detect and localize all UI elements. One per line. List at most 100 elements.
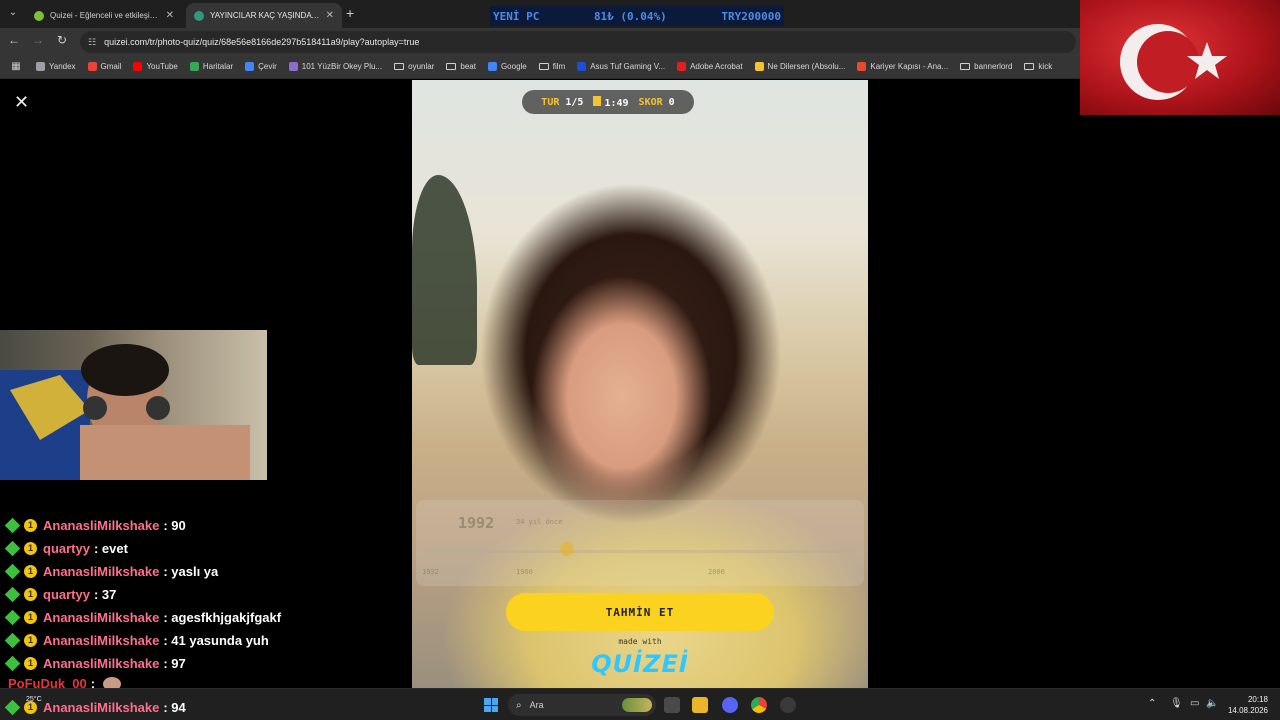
bookmark-item[interactable]: Gmail (87, 62, 122, 71)
bookmark-favicon-icon (87, 62, 97, 71)
steam-icon[interactable] (780, 697, 796, 713)
close-quiz-icon[interactable]: ✕ (14, 92, 29, 113)
year-slider-handle[interactable] (560, 542, 574, 556)
bookmark-item[interactable]: Çevir (245, 62, 277, 71)
year-slider-panel[interactable]: 1992 34 yıl önce 1932 1960 2000 (416, 500, 864, 586)
bookmark-item[interactable]: Haritalar (189, 62, 233, 71)
taskbar-search[interactable]: ⌕ Ara (508, 694, 656, 716)
new-tab-button[interactable]: + (346, 5, 354, 21)
mod-badge-icon (4, 655, 21, 672)
bookmark-item[interactable]: Asus Tuf Gaming V... (577, 62, 665, 71)
folder-icon (446, 63, 457, 70)
bookmark-label: Yandex (49, 62, 76, 71)
bookmark-label: 101 YüzBir Okey Plu... (301, 62, 383, 71)
network-icon[interactable]: ▭ (1190, 698, 1199, 709)
back-arrow-icon[interactable]: ← (6, 33, 22, 47)
slider-tick: 1932 (422, 568, 439, 576)
bookmark-label: Kariyer Kapısı - Ana... (870, 62, 949, 71)
bookmark-item[interactable]: Google (487, 62, 527, 71)
screen: ⌄ Quizei - Eğlenceli ve etkileşimli ✕ YA… (0, 0, 1280, 720)
chat-text: : 37 (93, 587, 117, 602)
quiz-photo-panel: TUR 1/5 1:49 SKOR 0 1992 34 yıl önce 193… (412, 80, 868, 688)
chat-username: AnanasliMilkshake (43, 518, 160, 533)
browser-toolbar: ← → ↻ ☷ quizei.com/tr/photo-quiz/quiz/68… (0, 28, 1080, 55)
made-with-label: made with (618, 637, 662, 646)
bookmark-item[interactable]: YouTube (133, 62, 178, 71)
subscriber-badge-icon: 1 (24, 542, 37, 555)
volume-icon[interactable]: 🔈 (1206, 698, 1218, 709)
crescent-star-icon (1120, 24, 1227, 100)
tab-quiz-play[interactable]: YAYINCILAR KAÇ YAŞINDA ? - Q ✕ (186, 3, 342, 28)
chat-username: AnanasliMilkshake (43, 656, 160, 671)
bookmark-item[interactable]: Kariyer Kapısı - Ana... (857, 62, 948, 71)
bookmark-item[interactable]: Ne Dilersen (Absolu... (754, 62, 846, 71)
chat-message: 1 AnanasliMilkshake: yaslı ya (4, 560, 404, 583)
discord-icon[interactable] (722, 697, 738, 713)
slider-tick: 2000 (708, 568, 725, 576)
bookmark-favicon-icon (189, 62, 199, 71)
windows-start-icon[interactable] (484, 698, 498, 712)
chat-message: 1 AnanasliMilkshake: agesfkhjgakjfgakf (4, 606, 404, 629)
windows-taskbar: 25°C ⌕ Ara ⌃ 🎙 ▭ 🔈 20:18 14.08.2026 (0, 688, 1280, 720)
timer-icon (593, 95, 602, 106)
bookmark-item[interactable]: kick (1024, 62, 1052, 71)
bookmark-item[interactable]: bannerlord (960, 62, 1012, 71)
chrome-icon[interactable] (751, 697, 767, 713)
close-tab-icon[interactable]: ✕ (166, 10, 174, 21)
chat-username: AnanasliMilkshake (43, 699, 160, 715)
bookmark-favicon-icon (754, 62, 764, 71)
search-icon: ⌕ (516, 699, 522, 711)
slider-tick: 1960 (516, 568, 533, 576)
folder-icon (1024, 63, 1035, 70)
url-text: quizei.com/tr/photo-quiz/quiz/68e56e8166… (104, 37, 420, 47)
subscriber-badge-icon: 1 (24, 519, 37, 532)
bookmark-label: Gmail (100, 62, 122, 71)
bookmark-item[interactable]: 101 YüzBir Okey Plu... (288, 62, 383, 71)
score-label: SKOR (638, 96, 663, 108)
bookmark-label: film (552, 62, 566, 71)
webcam-feed (0, 330, 267, 480)
ticker-goal-label: YENİ PC (493, 9, 540, 23)
tab-quizei-home[interactable]: Quizei - Eğlenceli ve etkileşimli ✕ (26, 3, 182, 28)
close-tab-icon[interactable]: ✕ (326, 10, 334, 21)
tray-chevron-icon[interactable]: ⌃ (1148, 698, 1156, 709)
tab-search-icon[interactable]: ⌄ (4, 4, 22, 22)
mod-badge-icon (4, 586, 21, 603)
microphone-icon[interactable]: 🎙 (1170, 698, 1183, 709)
chat-text: : agesfkhjgakjfgakf (163, 610, 282, 625)
mod-badge-icon (4, 609, 21, 626)
guess-button[interactable]: TAHMİN ET (506, 593, 774, 631)
ticker-amount: 81₺ (0.04%) (593, 9, 667, 23)
chat-text: : 90 (163, 518, 186, 533)
reload-icon[interactable]: ↻ (54, 33, 70, 47)
quizei-logo[interactable]: QUİZEİ (412, 650, 868, 678)
forward-arrow-icon[interactable]: → (30, 33, 46, 47)
bookmark-label: Adobe Acrobat (690, 62, 743, 71)
clock-date: 14.08.2026 (1227, 706, 1268, 715)
address-bar[interactable]: ☷ quizei.com/tr/photo-quiz/quiz/68e56e81… (80, 31, 1076, 53)
site-info-icon[interactable]: ☷ (88, 37, 96, 48)
bookmark-item[interactable]: oyunlar (394, 62, 434, 71)
bookmarks-bar: ▦ Yandex Gmail YouTube Haritalar Çevir 101 Yü… (0, 55, 1080, 79)
bookmark-label: Google (500, 62, 527, 71)
bookmark-favicon-icon (36, 62, 45, 71)
apps-grid-icon[interactable]: ▦ (6, 61, 26, 72)
chat-username: quartyy (43, 587, 90, 602)
task-view-icon[interactable] (664, 697, 680, 713)
clock-time: 20:18 (1247, 695, 1268, 704)
bookmark-item[interactable]: beat (446, 62, 476, 71)
chat-message: 1 quartyy: 37 (4, 583, 404, 606)
bookmark-item[interactable]: Adobe Acrobat (677, 62, 743, 71)
year-slider-track[interactable] (424, 550, 856, 553)
bookmark-favicon-icon (577, 62, 587, 71)
file-explorer-icon[interactable] (692, 697, 708, 713)
bookmark-item[interactable]: Yandex (36, 62, 76, 71)
chat-text: : 41 yasunda yuh (163, 633, 269, 648)
chat-text: : yaslı ya (163, 564, 219, 579)
taskbar-clock[interactable]: 20:18 14.08.2026 (1226, 694, 1268, 716)
bookmark-label: Asus Tuf Gaming V... (590, 62, 666, 71)
bookmark-item[interactable]: film (538, 62, 566, 71)
bookmark-label: Ne Dilersen (Absolu... (767, 62, 846, 71)
score-value: 0 (668, 96, 675, 108)
chat-message-last: 1 AnanasliMilkshake : 94 (4, 696, 186, 718)
